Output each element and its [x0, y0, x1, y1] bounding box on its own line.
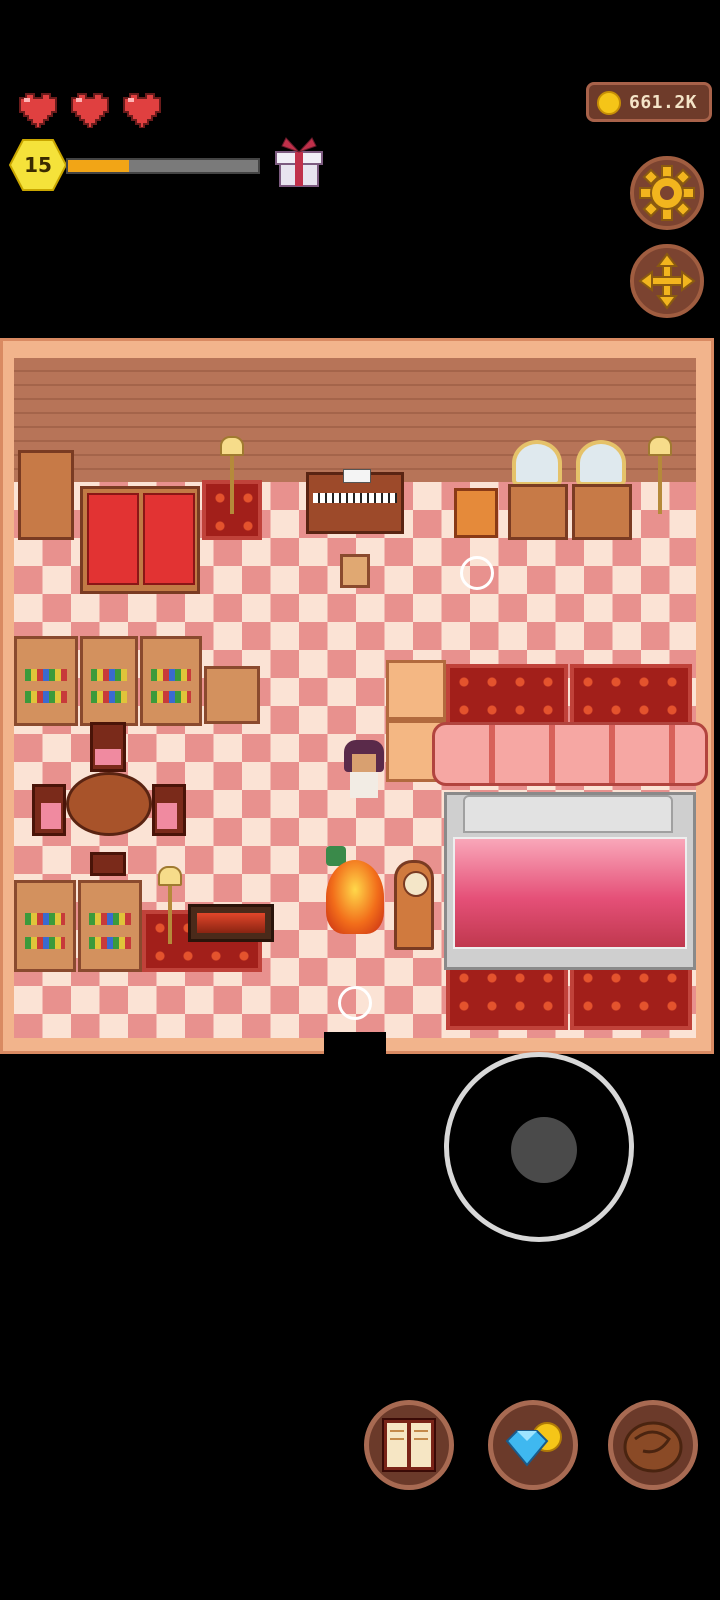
vanity-mirror[interactable]: [572, 440, 632, 540]
bookshelf[interactable]: [78, 880, 142, 972]
joystick-knob[interactable]: [511, 1117, 577, 1183]
room-door[interactable]: [324, 1032, 386, 1054]
coin-amount: 661.2K: [629, 92, 698, 113]
vanity-mirror[interactable]: [508, 440, 568, 540]
gift-icon[interactable]: [272, 132, 326, 188]
fireplace[interactable]: [188, 904, 274, 942]
heart-icon: [19, 93, 57, 128]
interaction-marker[interactable]: [460, 556, 494, 590]
stool[interactable]: [340, 554, 370, 588]
heart-icon: [71, 93, 109, 128]
bookshelf[interactable]: [80, 636, 138, 726]
fire-pet[interactable]: [322, 846, 386, 938]
gear-icon: [639, 165, 695, 221]
coin-icon: [597, 91, 621, 115]
floor-lamp[interactable]: [646, 436, 674, 520]
player-character: [340, 740, 388, 802]
leather-bag-icon: [623, 1421, 683, 1473]
gem-coin-icon: [505, 1422, 562, 1467]
aquarium[interactable]: [444, 792, 696, 970]
dining-chair[interactable]: [152, 784, 186, 836]
grandfather-clock[interactable]: [394, 860, 434, 950]
dining-chair[interactable]: [90, 722, 126, 772]
bookshelf[interactable]: [140, 636, 202, 726]
level-number: 15: [24, 153, 52, 177]
book-icon: [382, 1418, 436, 1472]
coin-counter: 661.2K: [586, 82, 712, 122]
floor-lamp[interactable]: [218, 436, 246, 520]
shop-button[interactable]: [488, 1400, 578, 1490]
virtual-joystick[interactable]: [444, 1052, 634, 1242]
round-table[interactable]: [66, 772, 152, 836]
wardrobe[interactable]: [18, 450, 74, 540]
bookshelf[interactable]: [14, 880, 76, 972]
rug: [446, 960, 568, 1030]
floor-lamp[interactable]: [156, 866, 184, 950]
dining-chair[interactable]: [32, 784, 66, 836]
bookshelf[interactable]: [14, 636, 78, 726]
move-button[interactable]: [630, 244, 704, 318]
rug: [570, 960, 692, 1030]
move-arrows-icon: [638, 252, 696, 310]
dining-chair[interactable]: [90, 852, 126, 876]
heart-icon: [123, 93, 161, 128]
cushion-block[interactable]: [386, 660, 446, 720]
piano[interactable]: [306, 469, 404, 534]
wooden-chair[interactable]: [454, 488, 498, 538]
settings-button[interactable]: [630, 156, 704, 230]
interaction-marker[interactable]: [338, 986, 372, 1020]
xp-progress-fill: [68, 160, 129, 172]
journal-button[interactable]: [364, 1400, 454, 1490]
double-bed[interactable]: [80, 486, 200, 594]
inventory-button[interactable]: [608, 1400, 698, 1490]
drawer-cabinet[interactable]: [204, 666, 260, 724]
xp-progress-bar: [66, 158, 260, 174]
pink-sofa[interactable]: [432, 722, 708, 786]
